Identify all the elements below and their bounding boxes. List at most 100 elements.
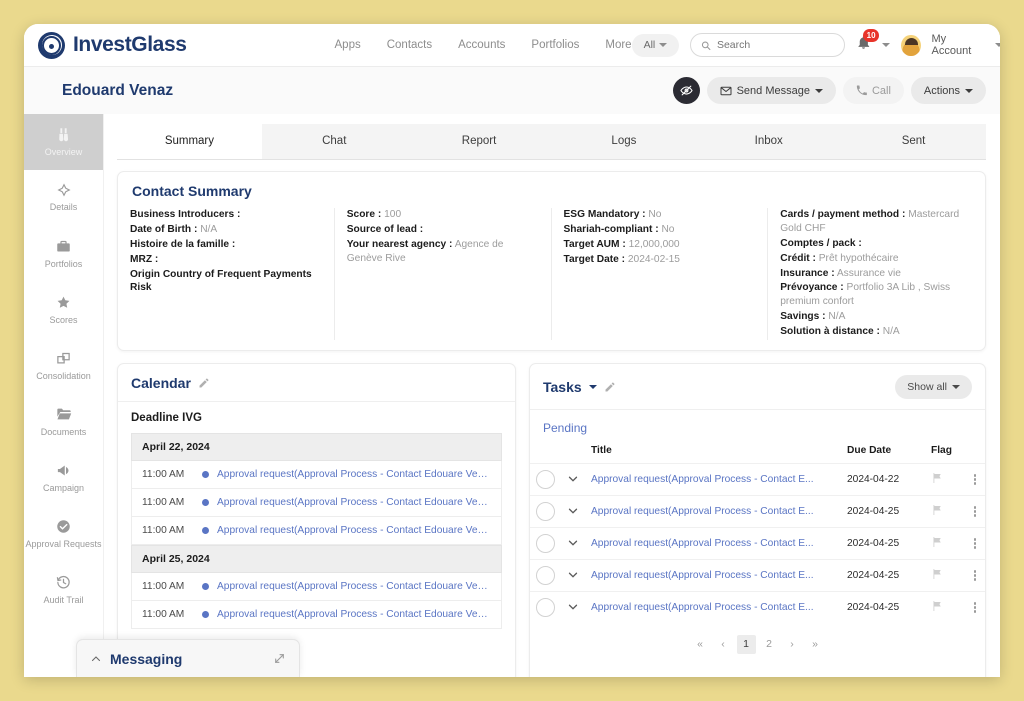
app-window: InvestGlass Apps Contacts Accounts Portf… bbox=[24, 24, 1000, 677]
summary-field-label: Source of lead : bbox=[346, 223, 424, 235]
sidebar-item-documents[interactable]: Documents bbox=[24, 394, 103, 450]
sidebar-item-portfolios[interactable]: Portfolios bbox=[24, 226, 103, 282]
pagination-prev[interactable]: ‹ bbox=[714, 635, 733, 654]
task-complete-checkbox[interactable] bbox=[536, 469, 555, 489]
expand-chevron-down-icon[interactable] bbox=[567, 473, 579, 485]
expand-chevron-down-icon[interactable] bbox=[567, 569, 579, 581]
task-complete-checkbox[interactable] bbox=[536, 565, 555, 585]
expand-chevron-down-icon[interactable] bbox=[567, 601, 579, 613]
flag-icon[interactable] bbox=[931, 472, 943, 484]
row-overflow-menu-icon[interactable] bbox=[971, 474, 979, 485]
expand-chevron-down-icon[interactable] bbox=[567, 505, 579, 517]
tasks-chevron-down-icon[interactable] bbox=[588, 384, 597, 389]
sidebar-item-consolidation[interactable]: Consolidation bbox=[24, 338, 103, 394]
history-icon bbox=[56, 575, 71, 590]
flag-icon[interactable] bbox=[931, 504, 943, 516]
expand-diagonal-icon[interactable] bbox=[273, 652, 286, 665]
brand-logo-group[interactable]: InvestGlass bbox=[38, 31, 187, 59]
calendar-edit-pencil-icon[interactable] bbox=[198, 377, 210, 389]
summary-field: Prévoyance : Portfolio 3A Lib , Swiss pr… bbox=[780, 281, 973, 309]
summary-field-label: Shariah-compliant : bbox=[563, 223, 659, 235]
sidebar-item-approval-requests[interactable]: Approval Requests bbox=[24, 506, 103, 562]
pagination-page-1[interactable]: 1 bbox=[736, 634, 756, 654]
calendar-event-row[interactable]: 11:00 AM Approval request(Approval Proce… bbox=[131, 600, 502, 629]
event-title-link[interactable]: Approval request(Approval Process - Cont… bbox=[217, 497, 491, 508]
tab-report[interactable]: Report bbox=[406, 124, 552, 159]
account-chevron-down-icon[interactable] bbox=[994, 43, 1000, 47]
nav-link-accounts[interactable]: Accounts bbox=[458, 39, 505, 51]
table-row[interactable]: Approval request(Approval Process - Cont… bbox=[530, 558, 985, 592]
tab-sent[interactable]: Sent bbox=[841, 124, 986, 159]
tab-inbox[interactable]: Inbox bbox=[696, 124, 842, 159]
task-title-link[interactable]: Approval request(Approval Process - Cont… bbox=[591, 538, 835, 549]
task-title-link[interactable]: Approval request(Approval Process - Cont… bbox=[591, 602, 835, 613]
flag-icon[interactable] bbox=[931, 536, 943, 548]
show-all-chevron-down-icon bbox=[952, 384, 960, 389]
column-header-flag: Flag bbox=[931, 444, 952, 456]
row-overflow-menu-icon[interactable] bbox=[971, 602, 979, 613]
task-complete-checkbox[interactable] bbox=[536, 597, 555, 617]
calendar-panel-header: Calendar bbox=[118, 364, 515, 402]
notifications-button[interactable]: 10 bbox=[856, 29, 880, 55]
tab-chat[interactable]: Chat bbox=[261, 124, 407, 159]
task-complete-checkbox[interactable] bbox=[536, 533, 555, 553]
table-row[interactable]: Approval request(Approval Process - Cont… bbox=[530, 526, 985, 560]
row-overflow-menu-icon[interactable] bbox=[971, 506, 979, 517]
table-row[interactable]: Approval request(Approval Process - Cont… bbox=[530, 462, 985, 496]
pagination-next[interactable]: › bbox=[783, 635, 802, 654]
hide-details-button[interactable] bbox=[672, 77, 700, 104]
task-title-link[interactable]: Approval request(Approval Process - Cont… bbox=[591, 474, 835, 485]
row-overflow-menu-icon[interactable] bbox=[971, 570, 979, 581]
call-button[interactable]: Call bbox=[842, 77, 904, 104]
flag-icon[interactable] bbox=[931, 568, 943, 580]
nav-link-more[interactable]: More bbox=[605, 39, 631, 51]
search-input[interactable] bbox=[716, 39, 835, 51]
task-title-link[interactable]: Approval request(Approval Process - Cont… bbox=[591, 570, 835, 581]
calendar-event-row[interactable]: 11:00 AM Approval request(Approval Proce… bbox=[131, 488, 502, 517]
summary-field-label: Crédit : bbox=[780, 252, 816, 264]
sidebar-item-overview[interactable]: Overview bbox=[24, 114, 103, 170]
task-title-link[interactable]: Approval request(Approval Process - Cont… bbox=[591, 506, 835, 517]
task-due-date: 2024-04-25 bbox=[841, 558, 925, 592]
tab-logs[interactable]: Logs bbox=[551, 124, 697, 159]
nav-link-portfolios[interactable]: Portfolios bbox=[531, 39, 579, 51]
avatar[interactable] bbox=[901, 34, 921, 56]
tasks-edit-pencil-icon[interactable] bbox=[604, 381, 616, 393]
calendar-event-row[interactable]: 11:00 AM Approval request(Approval Proce… bbox=[131, 572, 502, 601]
search-box[interactable] bbox=[690, 33, 846, 57]
calendar-event-row[interactable]: 11:00 AM Approval request(Approval Proce… bbox=[131, 516, 502, 545]
phone-icon bbox=[856, 85, 867, 96]
messaging-dock[interactable]: Messaging bbox=[76, 639, 300, 677]
sidebar-item-details[interactable]: Details bbox=[24, 170, 103, 226]
search-scope-dropdown[interactable]: All bbox=[631, 33, 680, 57]
show-all-button[interactable]: Show all bbox=[895, 374, 972, 399]
actions-button[interactable]: Actions bbox=[910, 77, 986, 104]
pagination-first[interactable]: « bbox=[691, 635, 710, 654]
sidebar-item-scores[interactable]: Scores bbox=[24, 282, 103, 338]
chevron-up-icon[interactable] bbox=[90, 653, 102, 665]
nav-link-apps[interactable]: Apps bbox=[335, 39, 361, 51]
table-row[interactable]: Approval request(Approval Process - Cont… bbox=[530, 590, 985, 623]
summary-field: Target Date : 2024-02-15 bbox=[564, 253, 756, 267]
tab-summary[interactable]: Summary bbox=[117, 124, 262, 159]
event-title-link[interactable]: Approval request(Approval Process - Cont… bbox=[217, 581, 491, 592]
row-overflow-menu-icon[interactable] bbox=[971, 538, 979, 549]
nav-link-contacts[interactable]: Contacts bbox=[387, 39, 432, 51]
calendar-event-row[interactable]: 11:00 AM Approval request(Approval Proce… bbox=[131, 460, 502, 489]
pagination-page-2[interactable]: 2 bbox=[760, 635, 779, 654]
task-complete-checkbox[interactable] bbox=[536, 501, 555, 521]
notifications-chevron-down-icon[interactable] bbox=[882, 43, 891, 47]
expand-chevron-down-icon[interactable] bbox=[567, 537, 579, 549]
sidebar-item-audit-trail[interactable]: Audit Trail bbox=[24, 562, 103, 618]
sidebar-item-campaign[interactable]: Campaign bbox=[24, 450, 103, 506]
table-row[interactable]: Approval request(Approval Process - Cont… bbox=[530, 494, 985, 528]
summary-field-label: Your nearest agency : bbox=[346, 238, 453, 250]
event-title-link[interactable]: Approval request(Approval Process - Cont… bbox=[217, 525, 491, 536]
flag-icon[interactable] bbox=[931, 600, 943, 612]
event-title-link[interactable]: Approval request(Approval Process - Cont… bbox=[217, 469, 491, 480]
account-menu[interactable]: My Account bbox=[932, 33, 984, 57]
send-message-button[interactable]: Send Message bbox=[706, 77, 836, 104]
event-title-link[interactable]: Approval request(Approval Process - Cont… bbox=[217, 609, 491, 620]
top-navigation-bar: InvestGlass Apps Contacts Accounts Portf… bbox=[24, 24, 1000, 66]
pagination-last[interactable]: » bbox=[806, 635, 825, 654]
